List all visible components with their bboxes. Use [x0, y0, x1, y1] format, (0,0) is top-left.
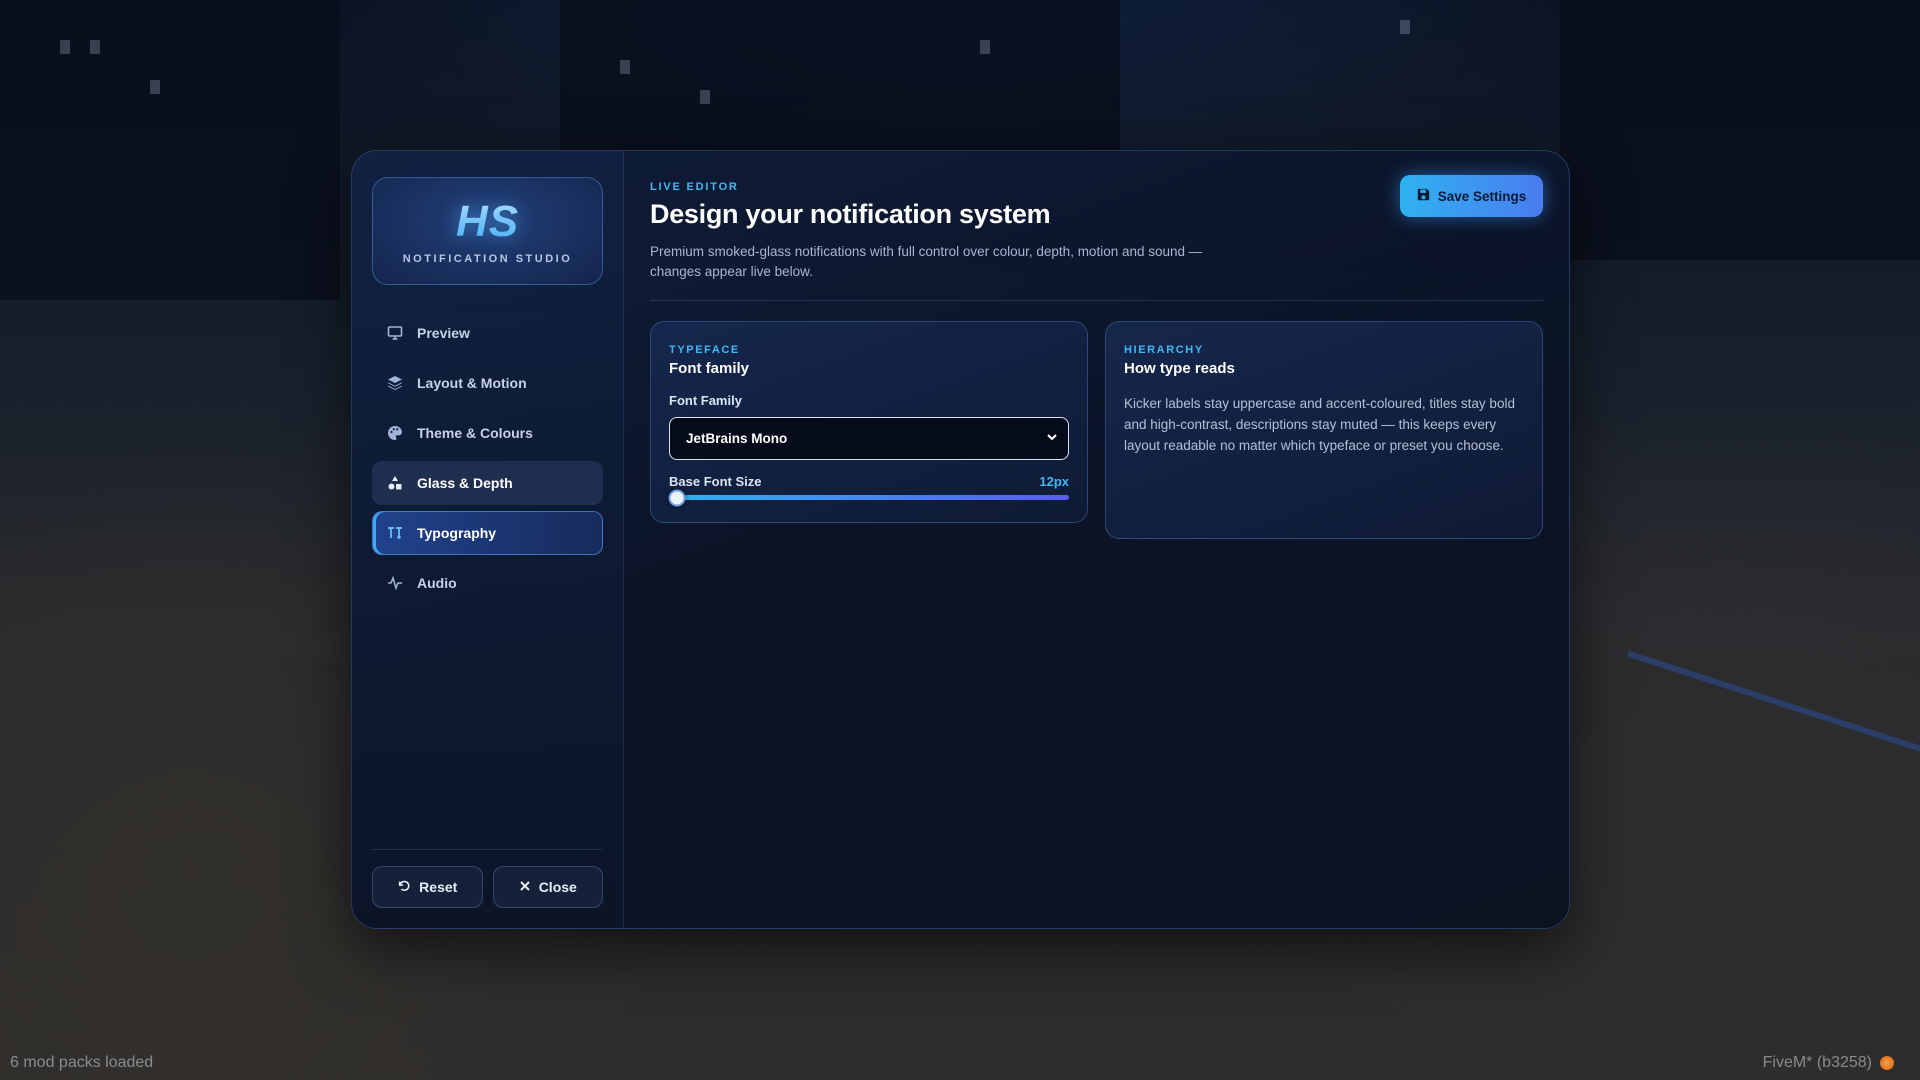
shapes-icon	[387, 475, 403, 491]
save-settings-label: Save Settings	[1437, 188, 1527, 204]
close-icon	[519, 879, 531, 895]
brand-logo-subtitle: NOTIFICATION STUDIO	[402, 253, 573, 265]
font-family-label: Font Family	[669, 393, 742, 408]
waveform-icon	[387, 575, 403, 591]
hierarchy-kicker: HIERARCHY	[1124, 344, 1204, 356]
mod-packs-status: 6 mod packs loaded	[10, 1054, 154, 1071]
sidebar-footer: Reset Close	[372, 849, 603, 908]
sidebar-item-label: Theme & Colours	[417, 425, 533, 441]
sidebar-item-label: Layout & Motion	[417, 375, 527, 391]
base-font-size-label: Base Font Size	[669, 474, 762, 489]
reset-button[interactable]: Reset	[372, 866, 483, 908]
sidebar-nav: Preview Layout & Motion Theme & Colours …	[372, 311, 603, 605]
fivem-version-status: FiveM* (b3258)	[1763, 1054, 1894, 1072]
typeface-card: TYPEFACE Font family Font Family JetBrai…	[650, 321, 1088, 523]
sidebar-item-label: Audio	[417, 575, 457, 591]
page-description: Premium smoked-glass notifications with …	[650, 244, 1203, 279]
typography-icon	[387, 525, 403, 541]
hierarchy-card: HIERARCHY How type reads Kicker labels s…	[1105, 321, 1543, 539]
sidebar-item-glass-depth[interactable]: Glass & Depth	[372, 461, 603, 505]
palette-icon	[387, 425, 403, 441]
sidebar-item-label: Glass & Depth	[417, 475, 513, 491]
font-family-select[interactable]: JetBrains Mono	[669, 417, 1069, 460]
typeface-title: Font family	[669, 360, 750, 377]
hierarchy-description: Kicker labels stay uppercase and accent-…	[1124, 396, 1515, 453]
close-label: Close	[538, 879, 577, 895]
fivem-logo-icon	[1880, 1056, 1894, 1070]
slider-thumb[interactable]	[668, 489, 686, 506]
sidebar-item-theme-colours[interactable]: Theme & Colours	[372, 411, 603, 455]
main-content: LIVE EDITOR Design your notification sys…	[624, 151, 1569, 928]
header-divider	[650, 300, 1543, 301]
chevron-down-icon	[1046, 431, 1058, 446]
fivem-version-text: FiveM* (b3258)	[1762, 1054, 1872, 1071]
sidebar-item-label: Typography	[417, 525, 497, 541]
reset-icon	[397, 879, 411, 896]
sidebar-item-preview[interactable]: Preview	[372, 311, 603, 355]
save-settings-button[interactable]: Save Settings	[1400, 175, 1543, 217]
sidebar-item-layout-motion[interactable]: Layout & Motion	[372, 361, 603, 405]
settings-panel: HS NOTIFICATION STUDIO Preview Layout & …	[351, 150, 1570, 929]
hierarchy-title: How type reads	[1124, 360, 1235, 377]
brand-logo-mark: HS	[455, 197, 520, 246]
font-family-value: JetBrains Mono	[686, 431, 788, 446]
save-icon	[1417, 188, 1430, 204]
brand-logo-card: HS NOTIFICATION STUDIO	[372, 177, 603, 285]
monitor-icon	[387, 325, 403, 341]
base-font-size-slider[interactable]	[668, 489, 1069, 506]
sidebar-item-typography[interactable]: Typography	[372, 511, 603, 555]
sidebar-item-audio[interactable]: Audio	[372, 561, 603, 605]
settings-cards: TYPEFACE Font family Font Family JetBrai…	[650, 321, 1543, 539]
reset-label: Reset	[419, 879, 458, 895]
close-button[interactable]: Close	[492, 866, 603, 908]
typeface-kicker: TYPEFACE	[669, 344, 740, 356]
sidebar: HS NOTIFICATION STUDIO Preview Layout & …	[352, 151, 624, 928]
base-font-size-value: 12px	[1039, 474, 1069, 489]
sidebar-item-label: Preview	[417, 325, 470, 341]
base-font-size-row: Base Font Size 12px	[669, 474, 1069, 489]
layers-icon	[387, 375, 403, 391]
